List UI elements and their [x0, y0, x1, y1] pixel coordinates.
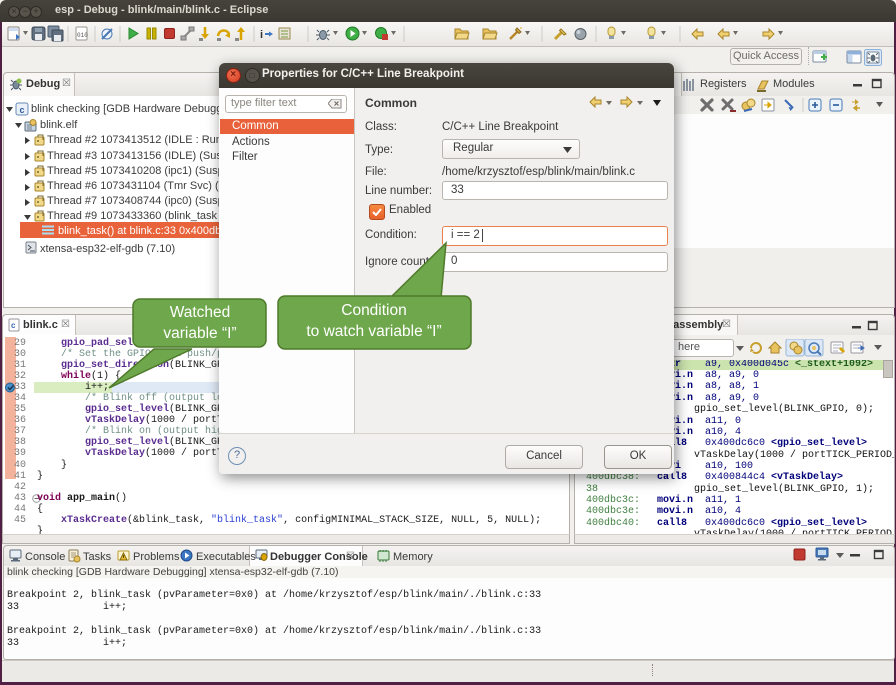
- svg-text:010: 010: [77, 32, 88, 39]
- svg-text:i: i: [260, 29, 263, 41]
- svg-text:c: c: [11, 321, 16, 330]
- svg-text:c: c: [20, 105, 25, 115]
